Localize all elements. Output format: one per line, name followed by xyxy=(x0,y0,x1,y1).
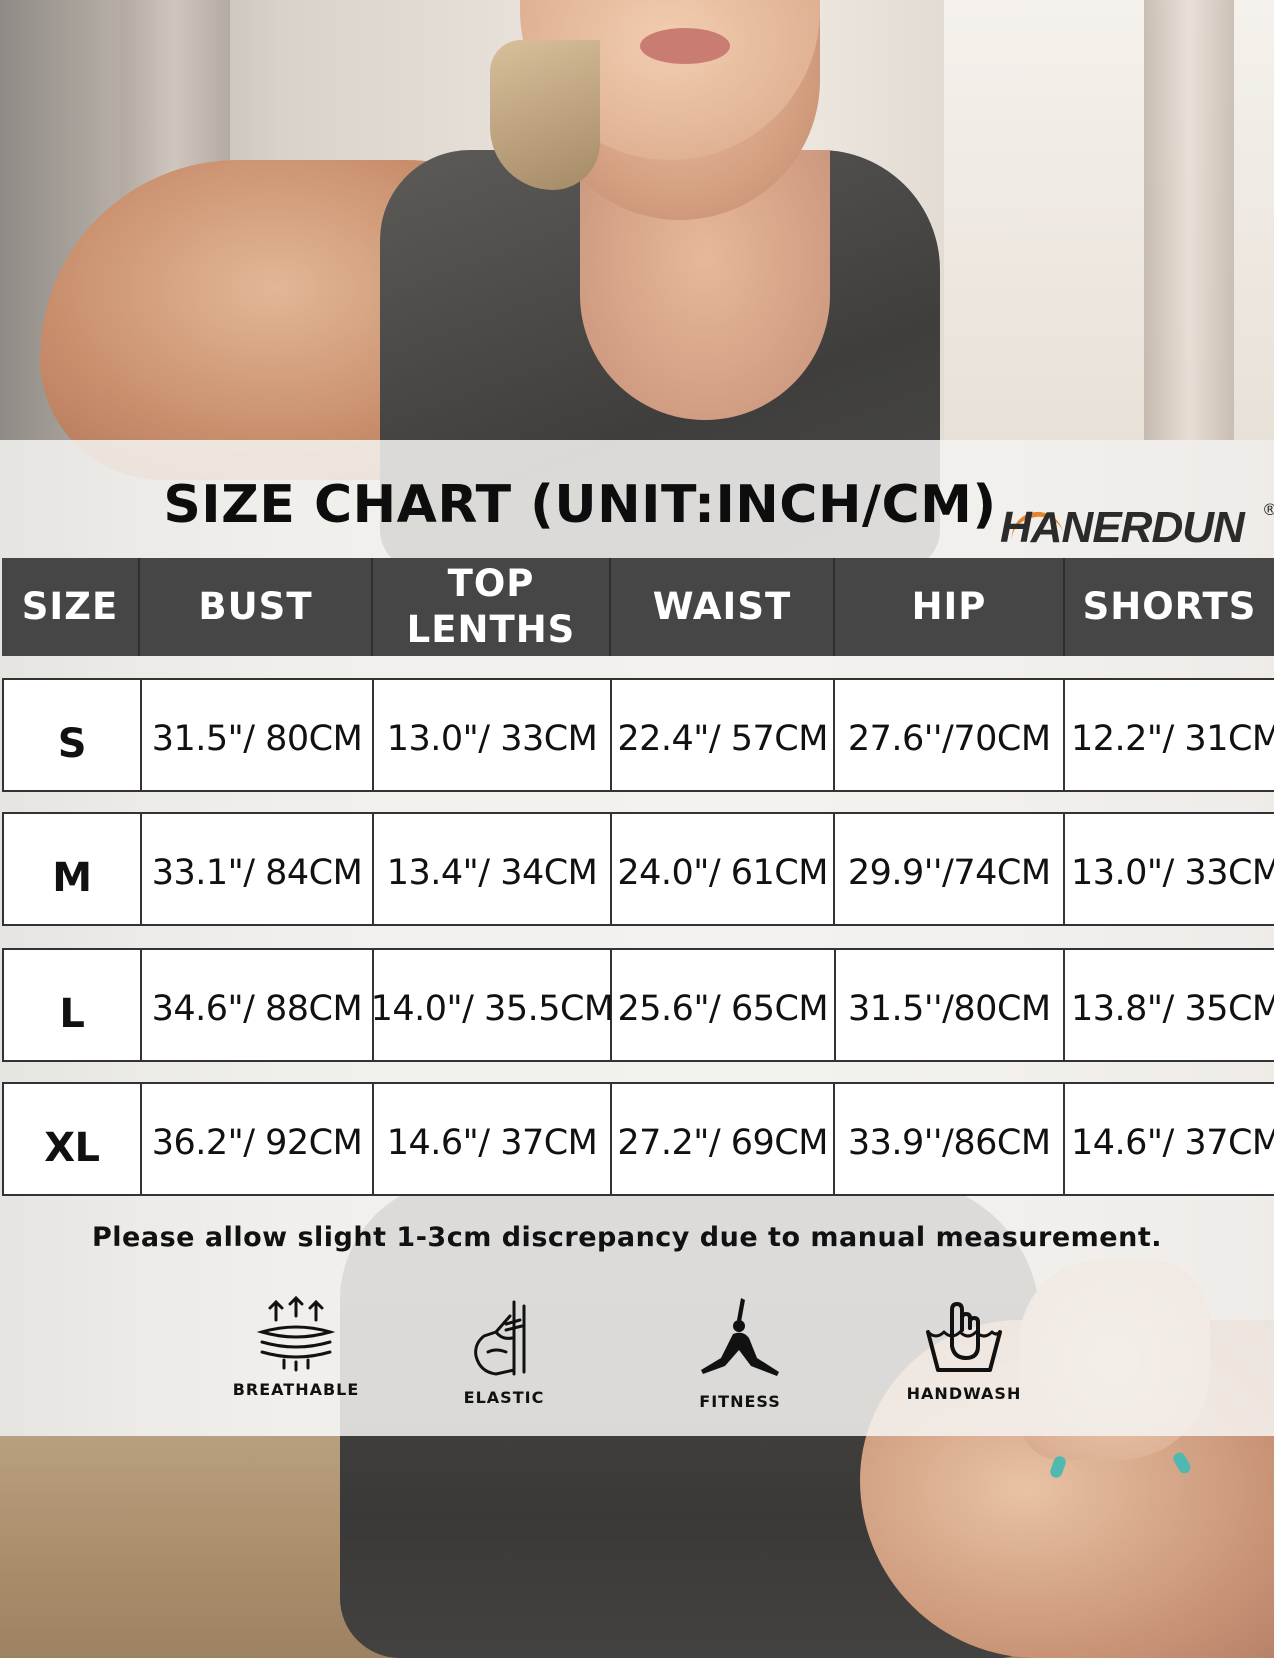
table-row: S 31.5"/ 80CM 13.0"/ 33CM 22.4"/ 57CM 27… xyxy=(2,678,1274,792)
hip-cell: 31.5''/80CM xyxy=(836,950,1065,1060)
hip-cell: 33.9''/86CM xyxy=(835,1084,1065,1194)
table-header: SIZE BUST TOP LENTHS WAIST HIP SHORTS xyxy=(2,558,1274,656)
shorts-cell: 13.8"/ 35CM xyxy=(1071,989,1274,1029)
size-cell: L xyxy=(4,950,142,1060)
waist-cell: 25.6"/ 65CM xyxy=(612,950,836,1060)
bust-cell: 34.6"/ 88CM xyxy=(142,950,375,1060)
top-length-cell: 13.4"/ 34CM xyxy=(374,814,612,924)
feature-label: ELASTIC xyxy=(463,1388,545,1407)
feature-label: BREATHABLE xyxy=(232,1380,360,1399)
curtain-right xyxy=(1144,0,1234,440)
top-length-cell: 14.6"/ 37CM xyxy=(374,1084,612,1194)
bust-cell: 33.1"/ 84CM xyxy=(142,814,375,924)
top-length-cell: 13.0"/ 33CM xyxy=(374,680,612,790)
brand-logo: HANERDUN ® xyxy=(1000,498,1274,558)
feature-fitness: FITNESS xyxy=(650,1296,830,1411)
table-row: XL 36.2"/ 92CM 14.6"/ 37CM 27.2"/ 69CM 3… xyxy=(2,1082,1274,1196)
header-top-length: TOP LENTHS xyxy=(373,558,611,656)
feature-label: HANDWASH xyxy=(906,1384,1022,1403)
waist-cell: 22.4"/ 57CM xyxy=(612,680,836,790)
feature-label: FITNESS xyxy=(699,1392,781,1411)
registered-mark: ® xyxy=(1262,500,1274,519)
waist-cell: 27.2"/ 69CM xyxy=(612,1084,836,1194)
top-length-cell: 14.0"/ 35.5CM xyxy=(371,950,614,1060)
waist-cell: 24.0"/ 61CM xyxy=(612,814,836,924)
model-hair xyxy=(490,40,600,190)
header-bust: BUST xyxy=(140,558,373,656)
size-cell: S xyxy=(4,680,142,790)
shorts-cell: 14.6"/ 37CM xyxy=(1070,1123,1274,1163)
feature-breathable: BREATHABLE xyxy=(206,1296,386,1399)
table-row: L 34.6"/ 88CM 14.0"/ 35.5CM 25.6"/ 65CM … xyxy=(2,948,1274,1062)
shorts-cell: 13.0"/ 33CM xyxy=(1070,853,1274,893)
elastic-icon xyxy=(474,1300,526,1376)
brand-name: HANERDUN xyxy=(1000,503,1245,552)
size-cell: M xyxy=(4,814,142,924)
header-shorts: SHORTS xyxy=(1082,585,1257,628)
table-row: M 33.1"/ 84CM 13.4"/ 34CM 24.0"/ 61CM 29… xyxy=(2,812,1274,926)
bust-cell: 36.2"/ 92CM xyxy=(142,1084,375,1194)
chart-title: SIZE CHART (UNIT:INCH/CM) xyxy=(163,475,997,535)
measurement-note: Please allow slight 1-3cm discrepancy du… xyxy=(92,1222,1162,1253)
fitness-icon xyxy=(701,1298,779,1376)
header-hip: HIP xyxy=(835,558,1065,656)
hip-cell: 27.6''/70CM xyxy=(835,680,1065,790)
size-cell: XL xyxy=(4,1084,142,1194)
hip-cell: 29.9''/74CM xyxy=(835,814,1065,924)
bust-cell: 31.5"/ 80CM xyxy=(142,680,375,790)
header-size: SIZE xyxy=(2,558,140,656)
handwash-icon xyxy=(926,1302,1002,1372)
feature-handwash: HANDWASH xyxy=(874,1296,1054,1403)
feature-elastic: ELASTIC xyxy=(414,1296,594,1407)
shorts-cell: 12.2"/ 31CM xyxy=(1070,719,1274,759)
model-lips xyxy=(640,28,730,64)
breathable-icon xyxy=(256,1296,336,1372)
header-waist: WAIST xyxy=(611,558,835,656)
